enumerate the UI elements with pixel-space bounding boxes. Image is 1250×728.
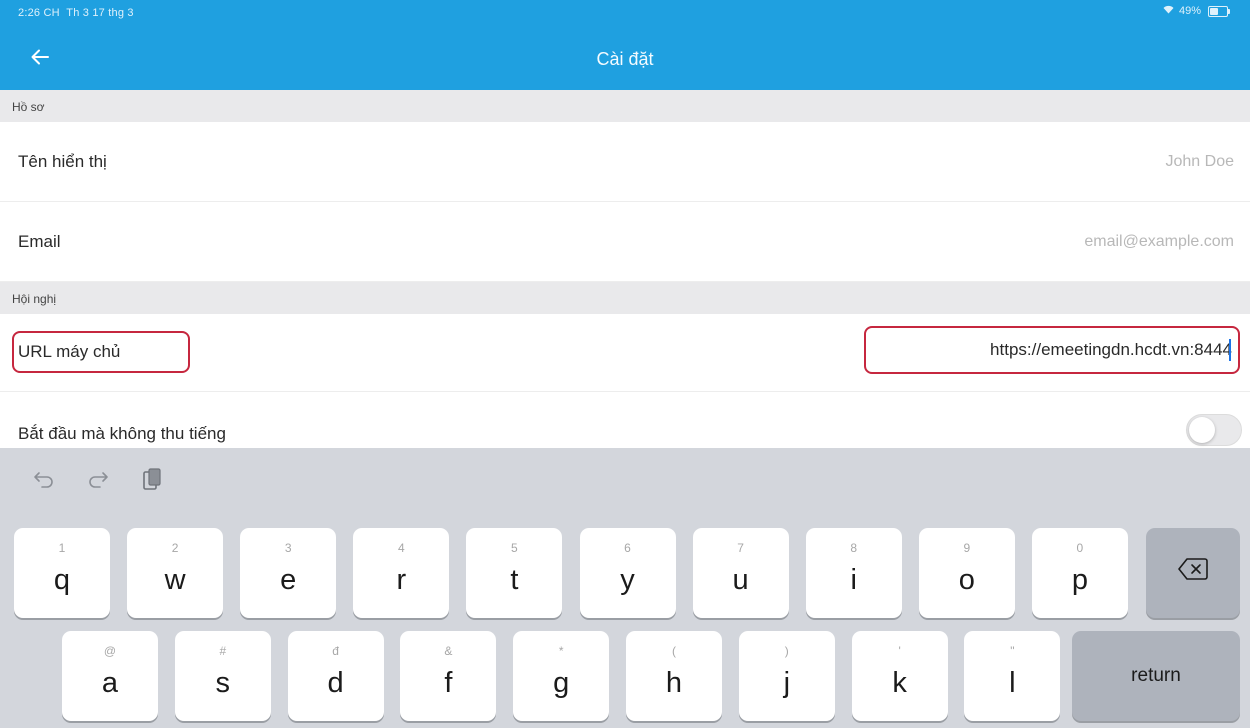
key-j[interactable]: ) j xyxy=(738,631,835,721)
key-r[interactable]: 4r xyxy=(353,528,450,618)
key-char: l xyxy=(1009,667,1016,699)
status-clock: 2:26 CH xyxy=(18,7,60,19)
email-field[interactable]: email@example.com xyxy=(1084,233,1234,251)
paste-icon[interactable] xyxy=(138,466,166,494)
key-char: u xyxy=(732,564,749,596)
delete-key[interactable] xyxy=(1146,528,1240,618)
email-label: Email xyxy=(18,232,61,251)
key-i[interactable]: 8i xyxy=(805,528,902,618)
key-h[interactable]: (h xyxy=(626,631,722,721)
key-g[interactable]: * g xyxy=(513,631,610,721)
key-char: g xyxy=(553,667,570,699)
start-muted-row[interactable]: Bắt đầu mà không thu tiếng xyxy=(0,392,1250,452)
return-key[interactable]: return xyxy=(1072,631,1240,721)
return-key-label: return xyxy=(1131,665,1181,686)
key-char: w xyxy=(164,564,186,596)
battery-icon xyxy=(1208,5,1230,17)
key-char: a xyxy=(101,667,119,699)
undo-icon[interactable] xyxy=(30,466,58,494)
key-hint: 2 xyxy=(171,541,179,555)
display-name-field[interactable]: John Doe xyxy=(1166,153,1235,171)
key-char: y xyxy=(620,564,635,596)
on-screen-keyboard: 1q2w3e4r5t6y7u8i9o0p @ a # s đ d & f * g(h) j ' k " l … xyxy=(0,448,1250,728)
key-k[interactable]: ' k xyxy=(851,631,948,721)
key-char: o xyxy=(958,564,975,596)
key-hint: 4 xyxy=(397,541,405,555)
key-hint: đ xyxy=(332,644,339,658)
key-p[interactable]: 0p xyxy=(1031,528,1128,618)
key-t[interactable]: 5t xyxy=(466,528,563,618)
key-char: d xyxy=(327,667,344,699)
display-name-row[interactable]: Tên hiển thị John Doe xyxy=(0,122,1250,202)
key-hint: ( xyxy=(672,644,676,658)
server-url-input[interactable] xyxy=(864,326,1240,374)
key-hint: " xyxy=(1010,644,1015,658)
keyboard-toolbar xyxy=(30,466,166,494)
key-hint: & xyxy=(444,644,453,658)
key-hint: ) xyxy=(784,644,789,658)
key-char: p xyxy=(1071,564,1088,596)
key-char: r xyxy=(396,564,407,596)
key-hint: ' xyxy=(898,644,901,658)
server-url-label: URL máy chủ xyxy=(18,342,121,361)
key-hint: # xyxy=(219,644,227,658)
key-hint: 9 xyxy=(963,541,971,555)
server-url-row[interactable]: URL máy chủ xyxy=(0,314,1250,392)
page-title: Cài đặt xyxy=(596,49,654,69)
key-hint: * xyxy=(558,644,564,658)
display-name-label: Tên hiển thị xyxy=(18,152,107,171)
key-a[interactable]: @ a xyxy=(62,631,158,721)
key-char: q xyxy=(53,564,71,596)
key-o[interactable]: 9o xyxy=(918,528,1015,618)
battery-percent: 49% xyxy=(1178,5,1201,17)
key-hint: @ xyxy=(103,644,117,658)
key-hint: 0 xyxy=(1076,541,1084,555)
status-indicators: 49% xyxy=(1163,5,1230,17)
key-char: f xyxy=(444,667,453,699)
status-bar: 2:26 CH Th 3 17 thg 3 49% xyxy=(0,0,1250,28)
key-hint: 6 xyxy=(624,541,631,555)
status-date: Th 3 17 thg 3 xyxy=(66,7,134,19)
app-bar: Cài đặt xyxy=(0,28,1250,90)
key-l[interactable]: " l xyxy=(964,631,1061,721)
email-row[interactable]: Email email@example.com xyxy=(0,202,1250,282)
key-hint: 8 xyxy=(850,541,858,555)
key-y[interactable]: 6y xyxy=(579,528,676,618)
key-hint: 5 xyxy=(511,541,518,555)
key-w[interactable]: 2w xyxy=(127,528,224,618)
status-time: 2:26 CH Th 3 17 thg 3 xyxy=(18,7,134,19)
wifi-icon xyxy=(1163,5,1174,17)
key-char: e xyxy=(280,564,297,596)
key-d[interactable]: đd xyxy=(287,631,384,721)
key-char: s xyxy=(215,667,231,699)
key-char: k xyxy=(892,667,907,699)
redo-icon[interactable] xyxy=(84,466,112,494)
key-s[interactable]: # s xyxy=(174,631,271,721)
key-char: i xyxy=(850,564,857,596)
key-f[interactable]: & f xyxy=(400,631,497,721)
settings-screen: 2:26 CH Th 3 17 thg 3 49% Cài đặt Hồ sơ … xyxy=(0,0,1250,728)
key-char: t xyxy=(510,564,519,596)
toggle-knob xyxy=(1189,417,1215,443)
key-hint: 3 xyxy=(284,541,292,555)
key-hint: 1 xyxy=(58,541,66,555)
text-caret xyxy=(1229,339,1231,361)
backspace-icon xyxy=(1146,558,1240,580)
key-q[interactable]: 1q xyxy=(14,528,110,618)
start-muted-label: Bắt đầu mà không thu tiếng xyxy=(18,424,226,443)
key-char: j xyxy=(783,667,791,699)
key-e[interactable]: 3e xyxy=(240,528,337,618)
key-char: h xyxy=(665,667,683,699)
key-hint: 7 xyxy=(737,541,744,555)
start-muted-toggle[interactable] xyxy=(1186,414,1242,446)
key-u[interactable]: 7u xyxy=(692,528,789,618)
section-header-profile: Hồ sơ xyxy=(0,90,1250,122)
section-header-conference: Hội nghị xyxy=(0,282,1250,314)
